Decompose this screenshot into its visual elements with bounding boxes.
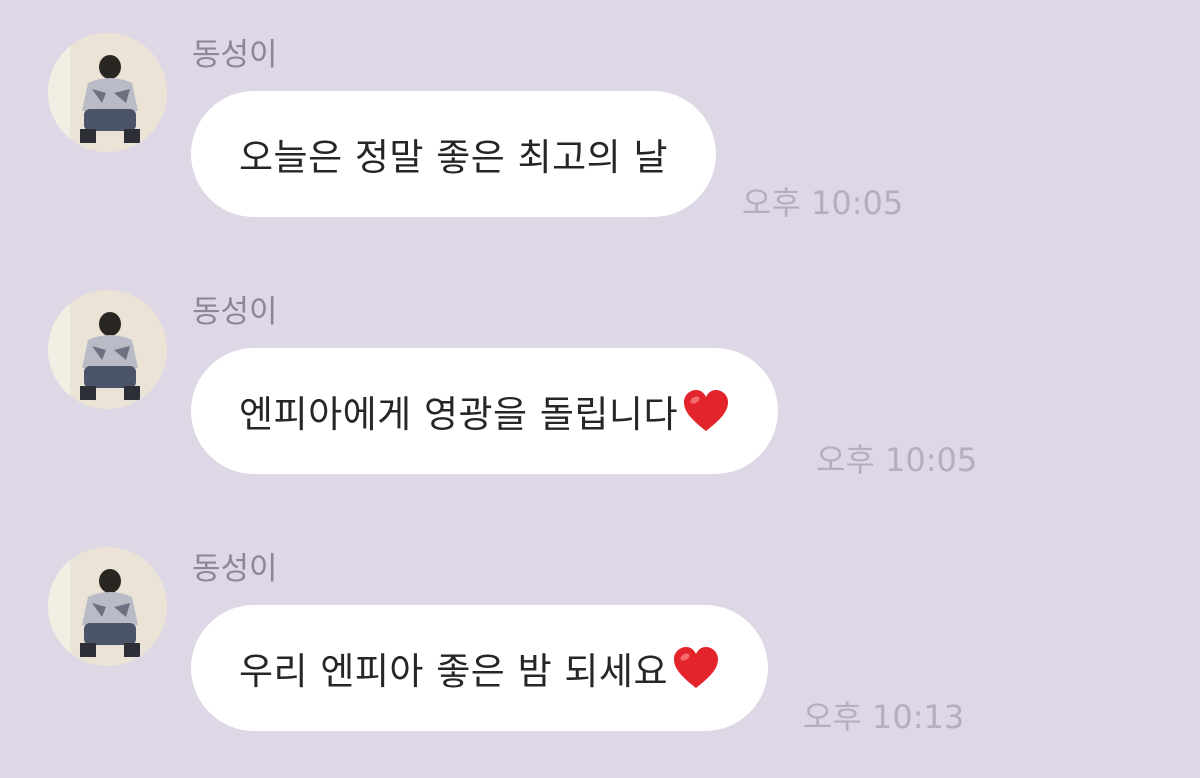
chat-screen: { "colors": { "background": "#ddd7e6", "… [0,0,1200,778]
profile-photo-icon [48,547,167,666]
message-text: 우리 엔피아 좋은 밤 되세요 [239,650,668,693]
chat-message: 동성이 오늘은 정말 좋은 최고의 날 오후 10:05 [0,33,1200,253]
message-bubble[interactable]: 우리 엔피아 좋은 밤 되세요 [191,605,768,731]
message-bubble[interactable]: 엔피아에게 영광을 돌립니다 [191,348,779,474]
avatar[interactable] [48,290,167,409]
message-time: 오후 10:05 [816,441,978,479]
chat-message: 동성이 우리 엔피아 좋은 밤 되세요 오후 10:13 [0,547,1200,767]
message-text: 오늘은 정말 좋은 최고의 날 [239,136,668,179]
red-heart-icon [684,390,729,431]
profile-photo-icon [48,290,167,409]
message-text: 엔피아에게 영광을 돌립니다 [239,393,679,436]
message-time: 오후 10:05 [742,184,904,222]
avatar[interactable] [48,33,167,152]
message-time: 오후 10:13 [803,698,965,736]
chat-message: 동성이 엔피아에게 영광을 돌립니다 오후 10:05 [0,290,1200,510]
avatar[interactable] [48,547,167,666]
sender-name: 동성이 [192,294,278,330]
red-heart-icon [673,647,718,688]
message-bubble[interactable]: 오늘은 정말 좋은 최고의 날 [191,91,716,217]
sender-name: 동성이 [192,37,278,73]
profile-photo-icon [48,33,167,152]
sender-name: 동성이 [192,551,278,587]
